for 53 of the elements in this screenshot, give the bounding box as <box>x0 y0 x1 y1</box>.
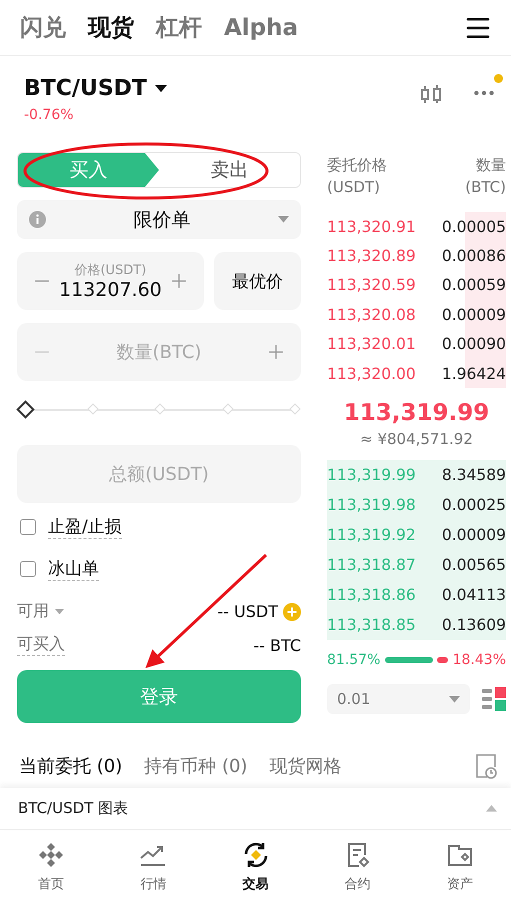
column-unit: (BTC) <box>465 177 506 198</box>
ask-price[interactable]: 113,320.08 <box>327 306 416 324</box>
top-tab[interactable]: 现货 <box>88 12 134 43</box>
ask-amount: 0.00059 <box>442 270 506 300</box>
buy-ratio: 81.57% <box>327 652 380 668</box>
chart-bar[interactable]: BTC/USDT 图表 <box>0 788 511 830</box>
bid-amount: 8.34589 <box>442 466 506 484</box>
price-change: -0.76% <box>24 107 75 123</box>
last-price-cny: ≈ ¥804,571.92 <box>359 430 474 448</box>
available-label[interactable]: 可用 <box>17 601 49 622</box>
order-tab[interactable]: 当前委托 (0) <box>19 754 122 778</box>
order-tab[interactable]: 现货网格 <box>269 754 342 778</box>
column-header: 委托价格 <box>327 155 387 176</box>
option-label: 冰山单 <box>48 557 99 581</box>
option-label: 止盈/止损 <box>48 515 122 539</box>
nav-item[interactable]: 资产 <box>408 830 511 903</box>
nav-item[interactable]: 行情 <box>102 830 204 903</box>
order-tab[interactable]: 持有币种 (0) <box>144 754 248 778</box>
pair-selector[interactable]: BTC/USDT <box>24 76 167 101</box>
ask-price[interactable]: 113,320.89 <box>327 247 416 266</box>
bid-amount: 0.00009 <box>442 526 506 544</box>
buyable-value: -- BTC <box>253 636 301 654</box>
bid-amount: 0.13609 <box>442 616 506 634</box>
best-price-button[interactable]: 最优价 <box>214 252 301 310</box>
last-price: 113,319.99 <box>342 400 490 426</box>
nav-item[interactable]: 交易 <box>204 830 307 903</box>
precision-select[interactable]: 0.01 <box>327 684 470 714</box>
top-tab[interactable]: 杠杆 <box>156 12 202 43</box>
nav-item[interactable]: 合约 <box>306 830 409 903</box>
bid-amount: 0.00025 <box>442 496 506 514</box>
login-button[interactable]: 登录 <box>17 670 301 723</box>
buyable-label: 可买入 <box>17 634 65 656</box>
ask-amount: 0.00086 <box>442 241 506 271</box>
ask-amount: 0.00090 <box>442 330 506 359</box>
ask-price[interactable]: 113,320.59 <box>327 276 416 294</box>
order-type-select[interactable]: 限价单 <box>17 200 301 239</box>
ask-amount: 0.00009 <box>442 300 506 330</box>
ask-amount: 1.96424 <box>442 358 506 388</box>
bid-amount: 0.00565 <box>442 556 506 574</box>
ask-price[interactable]: 113,320.01 <box>327 335 416 354</box>
sell-ratio: 18.43% <box>452 652 506 668</box>
column-unit: (USDT) <box>327 177 380 198</box>
ask-price[interactable]: 113,320.91 <box>327 218 416 236</box>
nav-item[interactable]: 首页 <box>0 830 102 903</box>
price-field[interactable]: 价格(USDT) 113207.60 <box>17 252 204 310</box>
column-header: 数量 <box>476 155 506 176</box>
top-tab[interactable]: 闪兑 <box>20 12 66 43</box>
available-value: -- USDT <box>217 602 278 621</box>
side-tab[interactable]: 买入 <box>18 153 159 187</box>
bid-amount: 0.04113 <box>442 586 506 604</box>
ask-amount: 0.00005 <box>442 212 506 242</box>
top-tab[interactable]: Alpha <box>224 14 298 40</box>
ask-price[interactable]: 113,320.00 <box>327 364 416 383</box>
